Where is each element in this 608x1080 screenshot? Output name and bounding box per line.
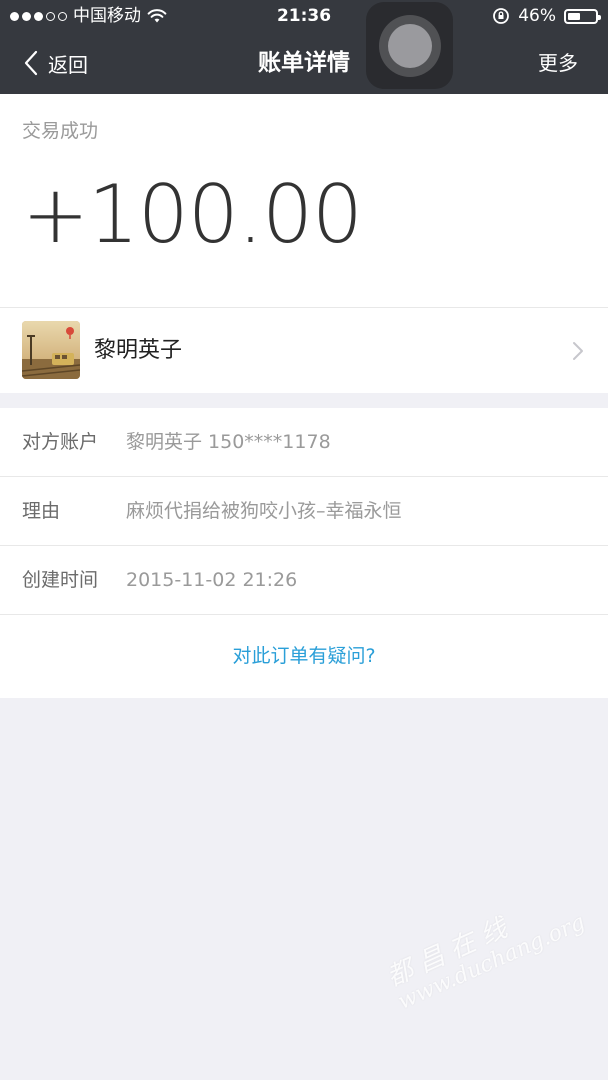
detail-label: 创建时间 <box>22 569 99 591</box>
details-card: 对方账户 黎明英子 150****1178 理由 麻烦代捐给被狗咬小孩–幸福永恒… <box>0 408 608 698</box>
counterparty-name: 黎明英子 <box>94 338 183 363</box>
battery-percent: 46% <box>518 6 556 26</box>
counterparty-row[interactable]: 黎明英子 <box>0 307 608 393</box>
rotation-lock-icon <box>493 8 510 24</box>
assistive-touch-button[interactable] <box>366 2 453 89</box>
order-question-link[interactable]: 对此订单有疑问? <box>0 615 608 698</box>
status-right: 46% <box>492 0 601 32</box>
detail-label: 理由 <box>22 500 61 522</box>
detail-value: 麻烦代捐给被狗咬小孩–幸福永恒 <box>126 500 402 522</box>
avatar-train-image <box>22 321 80 379</box>
page-title: 账单详情 <box>258 50 350 76</box>
nav-bar: 返回 账单详情 更多 <box>0 32 608 94</box>
assistive-touch-ring <box>378 14 441 77</box>
battery-fill <box>568 12 580 20</box>
more-button[interactable]: 更多 <box>538 32 578 94</box>
watermark: 都昌在线 www.duchang.org <box>380 871 608 1034</box>
chevron-right-icon <box>573 342 583 360</box>
transaction-amount: +100.00 <box>22 168 363 261</box>
battery-icon <box>564 8 601 24</box>
avatar <box>22 321 80 379</box>
assistive-touch-dot <box>387 23 432 68</box>
detail-value: 黎明英子 150****1178 <box>126 431 331 453</box>
status-bar: 中国移动 21:36 46% <box>0 0 608 32</box>
transaction-status: 交易成功 <box>22 120 99 142</box>
detail-row-account: 对方账户 黎明英子 150****1178 <box>0 408 608 477</box>
detail-value: 2015-11-02 21:26 <box>126 569 298 591</box>
detail-row-created-time: 创建时间 2015-11-02 21:26 <box>0 546 608 615</box>
top-bar: 中国移动 21:36 46% 返回 账单详情 更多 <box>0 0 608 94</box>
detail-row-reason: 理由 麻烦代捐给被狗咬小孩–幸福永恒 <box>0 477 608 546</box>
detail-label: 对方账户 <box>22 431 99 453</box>
transaction-summary: 交易成功 +100.00 <box>0 94 608 307</box>
